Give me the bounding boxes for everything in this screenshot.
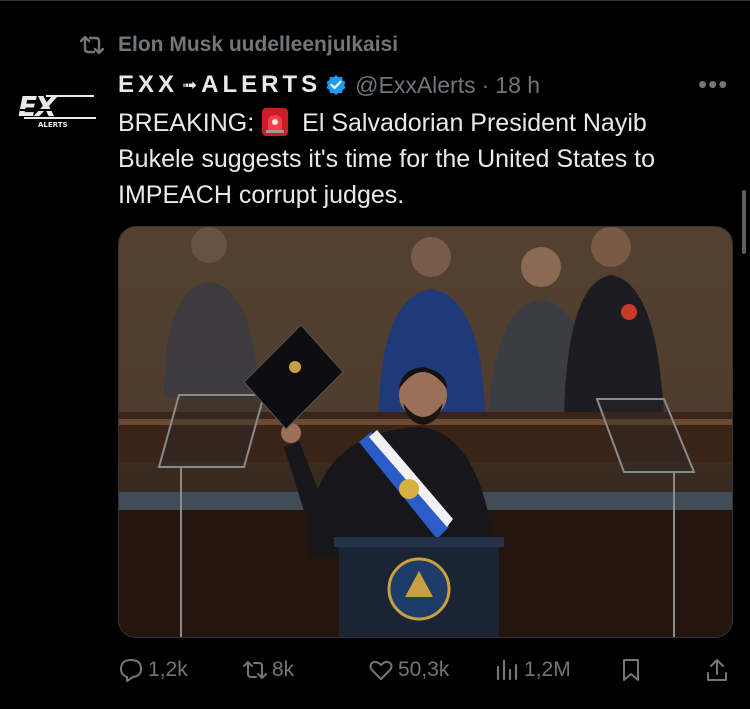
repost-icon — [79, 35, 105, 55]
share-button[interactable] — [704, 650, 734, 690]
reply-count: 1,2k — [148, 658, 188, 681]
author-handle[interactable]: @ExxAlerts — [355, 72, 475, 99]
avatar[interactable]: EX ALERTS — [16, 90, 98, 130]
views-button[interactable]: 1,2M — [494, 650, 571, 690]
exx-alerts-logo: EX ALERTS — [18, 90, 96, 129]
share-icon — [707, 659, 727, 681]
tweet-header: EXX ➟ ALERTS @ExxAlerts · 18 h — [118, 68, 540, 102]
author-name-part-1: EXX — [118, 71, 179, 98]
tweet-actions: 1,2k 8k 50,3k 1,2M — [118, 650, 730, 690]
timestamp[interactable]: 18 h — [495, 72, 540, 99]
author-name-arrow: ➟ — [182, 74, 198, 95]
like-count: 50,3k — [398, 658, 450, 681]
author-name-part-2: ALERTS — [201, 71, 322, 98]
tweet-text: BREAKING: El Salvadorian President Nayib… — [118, 105, 728, 213]
podium — [334, 537, 504, 637]
repost-context[interactable]: Elon Musk uudelleenjulkaisi — [78, 30, 398, 60]
avatar-logo-subtext: ALERTS — [38, 121, 68, 129]
like-button[interactable]: 50,3k — [368, 650, 449, 690]
scrollbar-thumb[interactable] — [742, 190, 746, 254]
reply-button[interactable]: 1,2k — [118, 650, 188, 690]
heart-icon — [369, 660, 393, 680]
repost-button[interactable]: 8k — [242, 650, 294, 690]
bookmark-button[interactable] — [618, 650, 648, 690]
repost-icon — [243, 661, 267, 679]
views-count: 1,2M — [524, 658, 571, 681]
tweet-text-breaking: BREAKING: — [118, 109, 255, 137]
photo-scene — [119, 227, 732, 637]
top-divider — [0, 0, 750, 1]
siren-icon — [262, 108, 289, 136]
repost-count: 8k — [272, 658, 295, 681]
bookmark-icon — [623, 659, 639, 681]
repost-label: Elon Musk uudelleenjulkaisi — [118, 33, 399, 56]
time-separator: · — [481, 71, 490, 98]
author-name[interactable]: EXX ➟ ALERTS — [118, 71, 321, 99]
tweet-photo[interactable] — [118, 226, 733, 638]
verified-badge-icon — [326, 75, 346, 95]
views-icon — [496, 659, 518, 681]
more-options-icon[interactable]: ••• — [698, 71, 728, 97]
reply-icon — [120, 659, 142, 682]
